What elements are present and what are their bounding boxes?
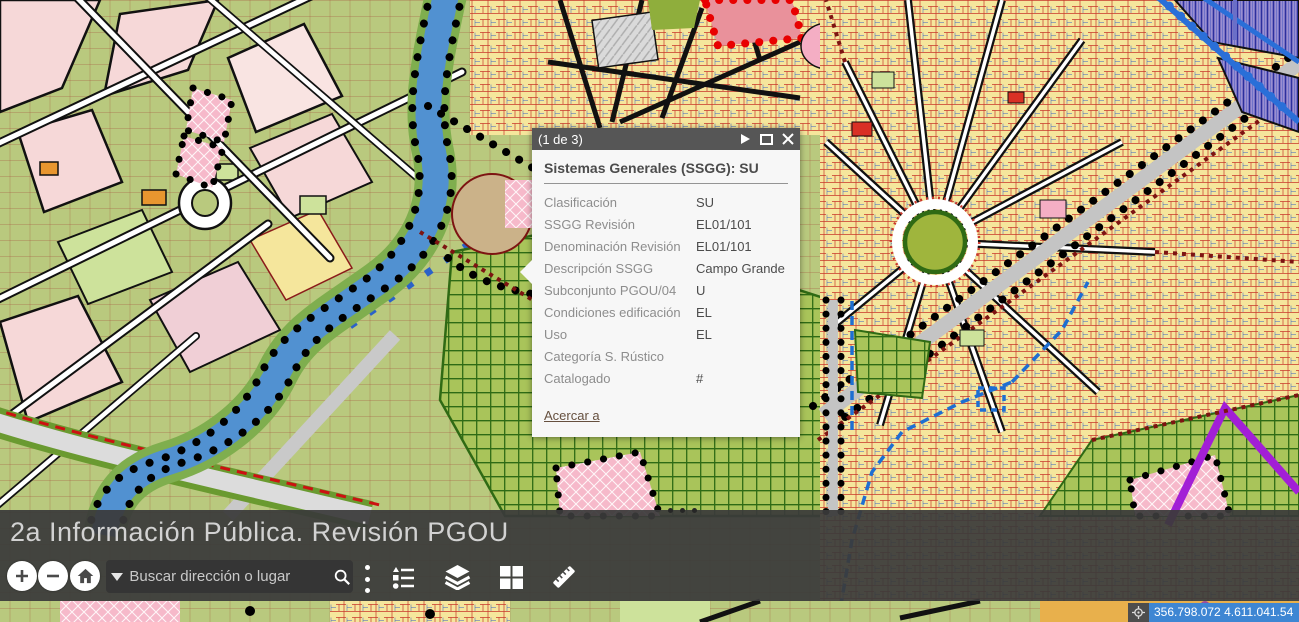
minus-icon: [45, 568, 61, 584]
field-row: Clasificación SU: [544, 192, 788, 214]
home-icon: [77, 568, 94, 584]
coordinate-readout: 356.798.072 4.611.041.54: [1149, 603, 1299, 622]
next-feature-icon[interactable]: [739, 133, 751, 145]
field-value: EL: [696, 324, 788, 346]
field-label: Descripción SSGG: [544, 258, 696, 280]
search-submit[interactable]: [330, 568, 353, 586]
popup-pager: (1 de 3): [538, 132, 739, 147]
popup-body: Sistemas Generales (SSGG): SU Clasificac…: [532, 150, 800, 437]
maximize-icon[interactable]: [760, 134, 773, 145]
dot: [680, 508, 685, 513]
coordinate-widget: 356.798.072 4.611.041.54: [1128, 603, 1299, 622]
basemap-gallery-button[interactable]: [496, 562, 526, 592]
measure-button[interactable]: [549, 562, 579, 592]
popup-fields: Clasificación SU SSGG Revisión EL01/101 …: [544, 192, 788, 390]
basemap-grid-icon: [499, 565, 524, 590]
popup-header[interactable]: (1 de 3): [532, 128, 800, 150]
field-row: SSGG Revisión EL01/101: [544, 214, 788, 236]
dot: [365, 577, 370, 582]
field-row: Uso EL: [544, 324, 788, 346]
dot: [365, 588, 370, 593]
field-value: Campo Grande: [696, 258, 788, 280]
field-row: Categoría S. Rústico: [544, 346, 788, 368]
field-value: U: [696, 280, 788, 302]
app-title: 2a Información Pública. Revisión PGOU: [10, 517, 509, 548]
field-label: Clasificación: [544, 192, 696, 214]
map-bottom-strip: [0, 601, 1299, 622]
layers-button[interactable]: [442, 562, 472, 592]
zoom-in-button[interactable]: [7, 561, 37, 591]
legend-icon: [390, 564, 416, 590]
search-input[interactable]: [127, 567, 330, 586]
close-icon[interactable]: [782, 133, 794, 145]
field-row: Subconjunto PGOU/04 U: [544, 280, 788, 302]
chevron-down-icon: [110, 572, 124, 582]
crosshair-icon: [1132, 606, 1145, 619]
field-value: EL: [696, 302, 788, 324]
field-row: Descripción SSGG Campo Grande: [544, 258, 788, 280]
field-value: #: [696, 368, 788, 390]
search-box: [106, 560, 353, 593]
field-label: Subconjunto PGOU/04: [544, 280, 696, 302]
ruler-icon: [550, 563, 578, 591]
field-label: Condiciones edificación: [544, 302, 696, 324]
dot: [692, 508, 697, 513]
footer-bar: 2a Información Pública. Revisión PGOU: [0, 510, 1299, 601]
search-source-caret[interactable]: [106, 572, 127, 582]
capture-coordinates-button[interactable]: [1128, 603, 1149, 622]
overflow-menu-button[interactable]: [360, 563, 374, 595]
field-value: EL01/101: [696, 214, 788, 236]
plus-icon: [14, 568, 30, 584]
field-label: Categoría S. Rústico: [544, 346, 696, 368]
popup-pointer: [520, 260, 532, 284]
dot: [668, 508, 673, 513]
zoom-out-button[interactable]: [38, 561, 68, 591]
field-row: Catalogado #: [544, 368, 788, 390]
layers-icon: [444, 564, 471, 590]
field-value: EL01/101: [696, 236, 788, 258]
feature-popup: (1 de 3) Sistemas Generales (SSGG): SU C…: [532, 128, 800, 437]
popup-title: Sistemas Generales (SSGG): SU: [544, 160, 788, 184]
dot: [365, 565, 370, 570]
legend-button[interactable]: [388, 562, 418, 592]
field-row: Denominación Revisión EL01/101: [544, 236, 788, 258]
toolbar: [0, 560, 1299, 594]
historic-center: [470, 0, 855, 135]
zoom-to-link[interactable]: Acercar a: [544, 408, 600, 423]
home-button[interactable]: [70, 561, 100, 591]
field-row: Condiciones edificación EL: [544, 302, 788, 324]
field-label: Catalogado: [544, 368, 696, 390]
footer-drag-handle[interactable]: [668, 508, 697, 513]
map-application: (1 de 3) Sistemas Generales (SSGG): SU C…: [0, 0, 1299, 622]
search-icon: [333, 568, 351, 586]
field-label: Denominación Revisión: [544, 236, 696, 258]
field-value: [696, 346, 788, 368]
field-label: SSGG Revisión: [544, 214, 696, 236]
field-value: SU: [696, 192, 788, 214]
field-label: Uso: [544, 324, 696, 346]
